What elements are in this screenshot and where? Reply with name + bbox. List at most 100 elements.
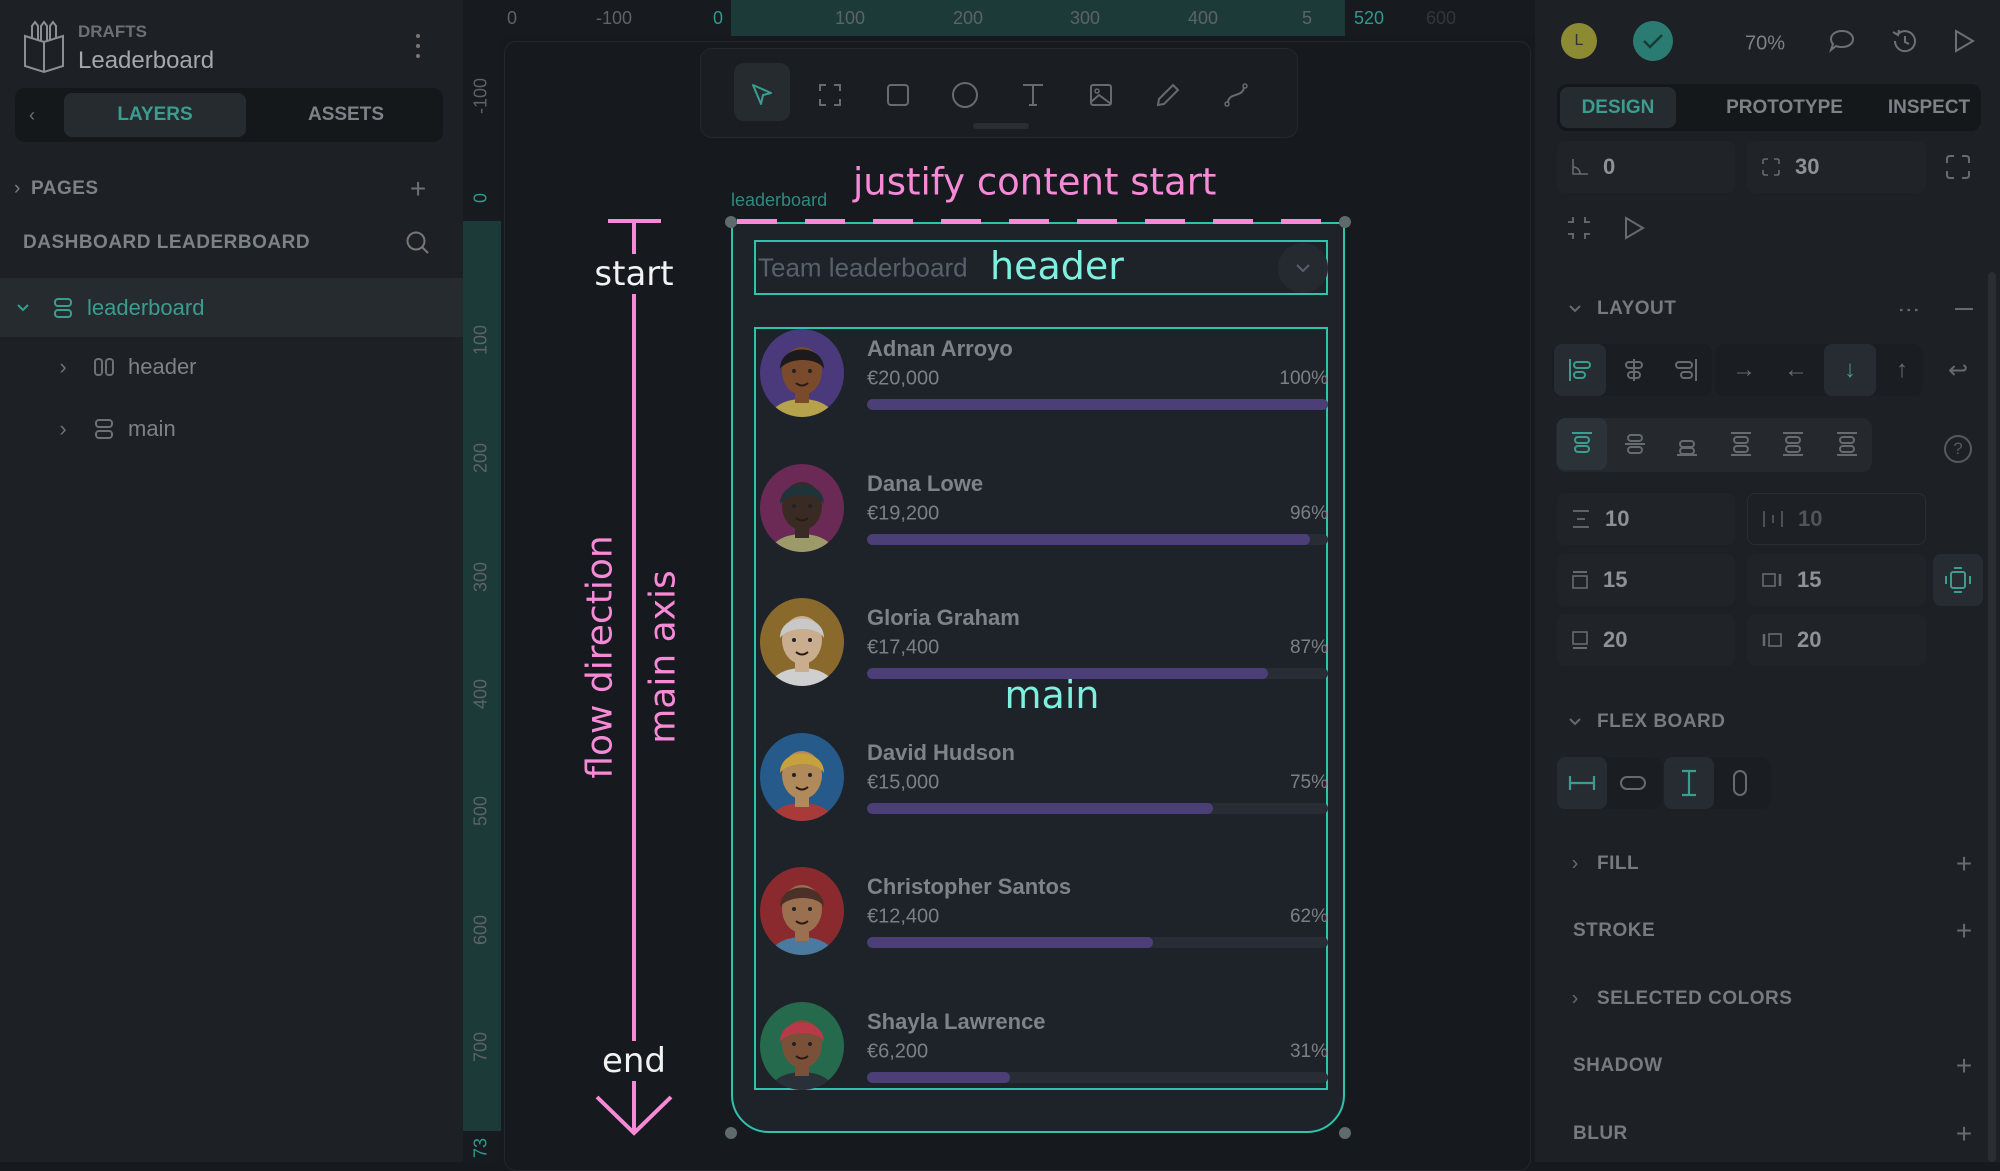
history-icon[interactable] [1890,27,1918,55]
row-gap-value[interactable]: 10 [1605,506,1629,532]
justify-space-evenly-button[interactable] [1822,418,1872,470]
chevron-right-icon[interactable]: › [59,416,66,442]
resize-handle[interactable] [725,216,737,228]
add-blur-icon[interactable]: + [1956,1118,1972,1150]
row-gap-field[interactable]: 10 [1557,493,1735,545]
rotation-field[interactable]: 0 [1557,141,1735,193]
clip-content-icon[interactable] [1566,215,1592,241]
direction-row-button[interactable]: → [1718,344,1770,396]
header-dropdown-button[interactable] [1278,243,1328,293]
layer-item-header[interactable]: › header [0,343,463,391]
justify-start-button[interactable] [1557,418,1607,470]
file-menu-icon[interactable] [412,34,424,58]
show-in-view-mode-icon[interactable] [1622,215,1646,241]
add-stroke-icon[interactable]: + [1956,915,1972,947]
justify-center-button[interactable] [1610,418,1660,470]
board-name-label[interactable]: leaderboard [731,190,827,211]
justify-end-button[interactable] [1662,418,1712,470]
path-tool-icon[interactable] [1223,82,1249,108]
resize-handle[interactable] [1339,1127,1351,1139]
tab-prototype[interactable]: PROTOTYPE [1697,89,1872,126]
file-title[interactable]: Leaderboard [78,47,214,75]
stroke-section-title[interactable]: STROKE [1573,920,1655,942]
tab-assets[interactable]: ASSETS [255,93,437,137]
resize-handle[interactable] [725,1127,737,1139]
fill-section-title[interactable]: FILL [1597,853,1639,875]
radius-field[interactable]: 30 [1747,141,1926,193]
rectangle-tool-icon[interactable] [885,82,911,108]
tab-layers[interactable]: LAYERS [64,93,246,137]
leaderboard-row[interactable]: Christopher Santos €12,400 62% [756,867,1328,957]
move-tool-icon[interactable] [749,82,775,108]
ruler-tick-label: 100 [834,8,866,28]
direction-column-button[interactable]: ↓ [1824,344,1876,396]
justify-space-around-button[interactable] [1768,418,1818,470]
align-start-button[interactable] [1554,344,1606,396]
align-center-button[interactable] [1608,344,1660,396]
direction-column-reverse-button[interactable]: ↑ [1876,344,1928,396]
padding-left-field[interactable]: 20 [1747,614,1926,666]
wrap-toggle-button[interactable]: ↩ [1932,344,1984,396]
chevron-right-icon[interactable]: › [59,354,66,380]
comments-icon[interactable] [1828,28,1856,54]
zoom-level[interactable]: 70% [1745,33,1785,56]
add-shadow-icon[interactable]: + [1956,1050,1972,1082]
layer-item-leaderboard[interactable]: leaderboard [0,278,463,337]
pencil-tool-icon[interactable] [1155,82,1181,108]
pages-chevron-icon[interactable]: › [14,178,20,200]
padding-bottom-field[interactable]: 20 [1557,614,1735,666]
radius-value[interactable]: 30 [1795,154,1819,180]
tab-design[interactable]: DESIGN [1560,87,1676,128]
leaderboard-row[interactable]: David Hudson €15,000 75% [756,732,1328,823]
blur-section-title[interactable]: BLUR [1573,1123,1628,1145]
add-page-icon[interactable]: + [410,173,426,205]
padding-top-value[interactable]: 15 [1603,567,1627,593]
user-avatar[interactable]: L [1561,23,1597,59]
independent-padding-toggle[interactable] [1933,554,1983,606]
justify-space-between-button[interactable] [1716,418,1766,470]
leaderboard-row[interactable]: Adnan Arroyo €20,000 100% [756,329,1328,419]
padding-bottom-value[interactable]: 20 [1603,627,1627,653]
padding-left-value[interactable]: 20 [1797,627,1821,653]
fix-height-button[interactable] [1664,757,1714,809]
auto-width-button[interactable] [1608,757,1658,809]
collapse-sidebar-icon[interactable]: ‹ [29,105,35,126]
selected-colors-section-title[interactable]: SELECTED COLORS [1597,988,1792,1010]
padding-right-field[interactable]: 15 [1747,554,1926,606]
independent-corners-icon[interactable] [1945,154,1971,180]
image-tool-icon[interactable] [1088,82,1114,108]
padding-right-value[interactable]: 15 [1797,567,1821,593]
layer-item-main[interactable]: › main [0,405,463,453]
pages-toggle[interactable]: PAGES [31,178,99,200]
text-tool-icon[interactable] [1020,82,1046,108]
padding-top-field[interactable]: 15 [1557,554,1735,606]
leaderboard-row[interactable]: Shayla Lawrence €6,200 31% [756,1001,1328,1092]
auto-height-button[interactable] [1715,757,1765,809]
align-end-button[interactable] [1660,344,1712,396]
tab-inspect[interactable]: INSPECT [1877,89,1981,126]
remove-layout-icon[interactable] [1955,308,1973,310]
column-gap-field[interactable]: 10 [1747,493,1926,545]
layout-options-icon[interactable]: ⋮ [1896,299,1922,319]
chevron-down-icon[interactable] [1568,717,1582,727]
play-prototype-icon[interactable] [1952,28,1976,54]
toolbar-drag-handle[interactable] [973,123,1029,129]
chevron-down-icon[interactable] [1568,304,1582,314]
rotation-value[interactable]: 0 [1603,154,1615,180]
sidebar-scrollbar[interactable] [1988,272,1996,1162]
search-layers-icon[interactable] [405,230,431,256]
column-gap-value[interactable]: 10 [1798,506,1822,532]
ellipse-tool-icon[interactable] [951,81,979,109]
fix-width-button[interactable] [1557,757,1607,809]
shadow-section-title[interactable]: SHADOW [1573,1055,1663,1077]
chevron-right-icon[interactable]: › [1572,853,1579,876]
leaderboard-row[interactable]: Dana Lowe €19,200 96% [756,463,1328,554]
board-tool-icon[interactable] [817,82,843,108]
add-fill-icon[interactable]: + [1956,848,1972,880]
chevron-right-icon[interactable]: › [1572,988,1579,1011]
help-icon[interactable]: ? [1944,435,1972,463]
resize-handle[interactable] [1339,216,1351,228]
chevron-down-icon[interactable] [16,303,30,313]
start-annotation: start [590,254,678,294]
direction-row-reverse-button[interactable]: ← [1770,344,1822,396]
